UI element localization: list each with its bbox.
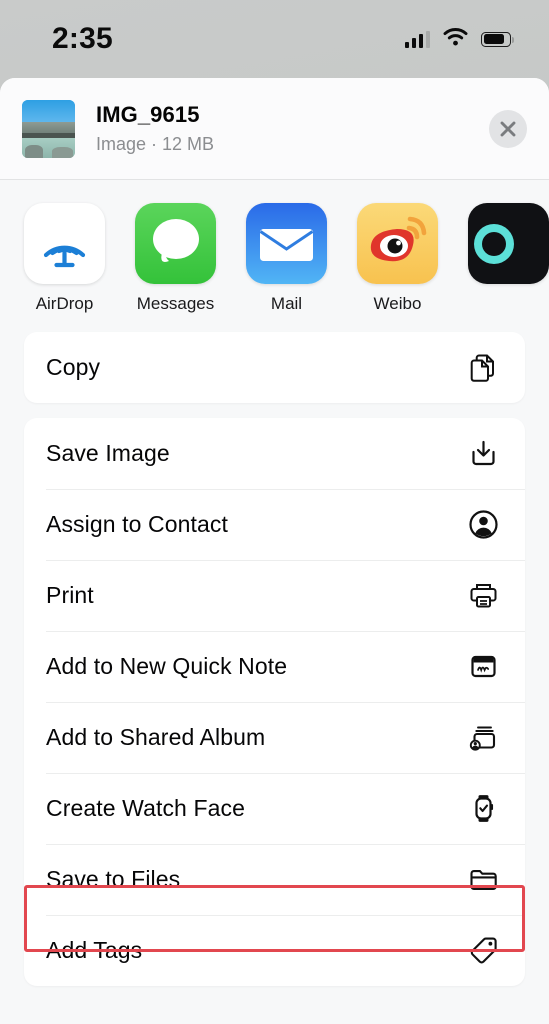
action-label: Save Image: [46, 440, 170, 466]
action-row-add-to-shared-album[interactable]: Add to Shared Album: [24, 702, 525, 773]
status-bar-indicators: [404, 27, 515, 51]
messages-icon: [135, 203, 216, 284]
shared-album-icon: [466, 721, 500, 755]
action-row-print[interactable]: Print: [24, 560, 525, 631]
action-row-save-image[interactable]: Save Image: [24, 418, 525, 489]
person-circle-icon: [466, 508, 500, 542]
file-name: IMG_9615: [96, 102, 200, 128]
action-row-add-to-new-quick-note[interactable]: Add to New Quick Note: [24, 631, 525, 702]
action-label: Assign to Contact: [46, 511, 228, 537]
action-label: Save to Files: [46, 866, 181, 892]
partial-app-icon: [468, 203, 549, 284]
action-row-add-tags[interactable]: Add Tags: [24, 915, 525, 986]
action-label: Add to Shared Album: [46, 724, 266, 750]
save-image-icon: [466, 437, 500, 471]
app-label: Weibo: [373, 294, 422, 313]
wifi-icon: [443, 27, 468, 51]
share-sheet: IMG_9615 Image · 12 MB AirDrop Messages …: [0, 78, 549, 1024]
app-mail[interactable]: Mail: [246, 203, 327, 314]
quick-note-icon: [466, 650, 500, 684]
app-weibo[interactable]: Weibo: [357, 203, 438, 314]
close-button[interactable]: [489, 109, 527, 148]
image-thumbnail: [22, 99, 75, 158]
cellular-signal-icon: [404, 30, 430, 48]
action-row-assign-to-contact[interactable]: Assign to Contact: [24, 489, 525, 560]
action-group-2: Save Image Assign to Contact Print Add t…: [24, 418, 525, 986]
status-bar: 2:35: [0, 0, 549, 78]
action-label: Add to New Quick Note: [46, 653, 288, 679]
action-label: Print: [46, 582, 94, 608]
weibo-icon: [357, 203, 438, 284]
action-list: Copy Save Image Assign to Contact Print …: [0, 332, 549, 986]
mail-icon: [246, 203, 327, 284]
app-partial[interactable]: [468, 203, 549, 294]
action-label: Copy: [46, 354, 101, 380]
action-label: Create Watch Face: [46, 795, 245, 821]
app-label: Messages: [136, 294, 215, 313]
printer-icon: [466, 579, 500, 613]
app-messages[interactable]: Messages: [135, 203, 216, 314]
folder-icon: [466, 863, 500, 897]
app-label: Mail: [270, 294, 303, 313]
close-icon: [500, 121, 516, 136]
tag-icon: [466, 934, 500, 968]
action-row-copy[interactable]: Copy: [24, 332, 525, 403]
app-label: AirDrop: [35, 294, 94, 313]
action-row-create-watch-face[interactable]: Create Watch Face: [24, 773, 525, 844]
action-label: Add Tags: [46, 937, 143, 963]
status-bar-time: 2:35: [52, 22, 113, 55]
battery-icon: [481, 31, 515, 47]
app-share-row[interactable]: AirDrop Messages Mail Weibo: [0, 180, 549, 332]
action-row-save-to-files[interactable]: Save to Files: [24, 844, 525, 915]
airdrop-icon: [24, 203, 105, 284]
share-sheet-header: IMG_9615 Image · 12 MB: [0, 78, 549, 180]
action-group-1: Copy: [24, 332, 525, 403]
file-meta: Image · 12 MB: [96, 133, 215, 154]
app-airdrop[interactable]: AirDrop: [24, 203, 105, 314]
file-info: IMG_9615 Image · 12 MB: [96, 101, 489, 155]
copy-icon: [466, 351, 500, 385]
apple-watch-icon: [466, 792, 500, 826]
